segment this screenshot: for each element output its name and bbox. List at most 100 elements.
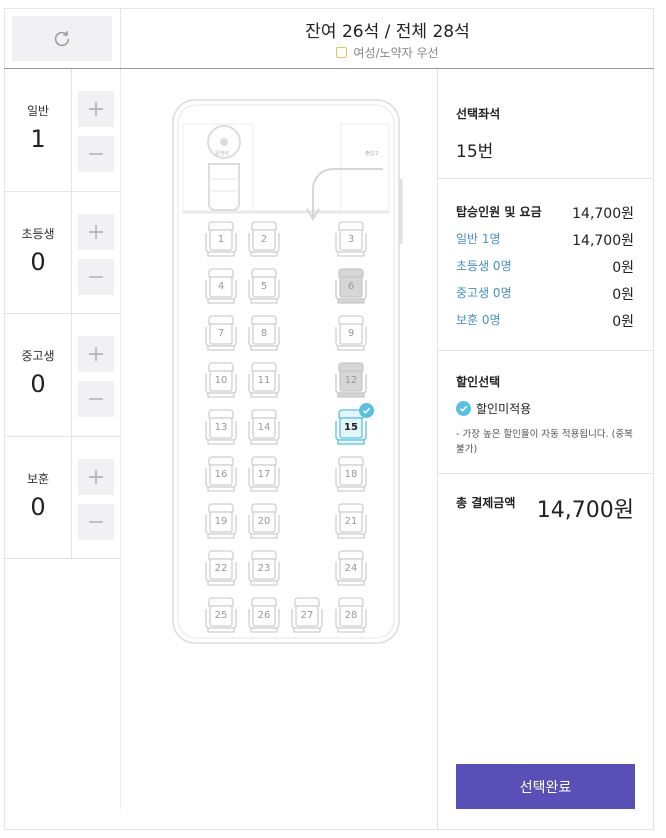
seat-number: 9 bbox=[347, 328, 355, 339]
passenger-type-label: 보훈 bbox=[26, 471, 50, 486]
seat-number: 25 bbox=[214, 610, 228, 621]
fare-value: 0원 bbox=[612, 260, 634, 276]
seat-number: 20 bbox=[257, 516, 271, 527]
minus-icon bbox=[89, 398, 103, 400]
fare-title: 탑승인원 및 요금 bbox=[456, 205, 542, 219]
bus-seat-map: 운전석 출입구 1 2 3 4 5 6 7 8 9 10 11 12 13 14… bbox=[121, 69, 437, 809]
plus-icon bbox=[89, 347, 103, 361]
seat-number: 19 bbox=[214, 516, 228, 527]
seat-4[interactable]: 4 bbox=[203, 266, 239, 306]
seat-number: 24 bbox=[344, 563, 358, 574]
plus-icon bbox=[89, 469, 103, 484]
selected-seat-title: 선택좌석 bbox=[456, 107, 501, 121]
fare-row: 초등생 0명 0원 bbox=[456, 257, 634, 277]
total-section: 총 결제금액 14,700원 bbox=[438, 474, 654, 594]
seat-number: 28 bbox=[344, 610, 358, 621]
seat-3[interactable]: 3 bbox=[333, 219, 369, 259]
passenger-row-student: 중고생 0 bbox=[4, 314, 120, 437]
seat-22[interactable]: 22 bbox=[203, 548, 239, 588]
seat-17[interactable]: 17 bbox=[246, 454, 282, 494]
seat-9[interactable]: 9 bbox=[333, 313, 369, 353]
seat-number: 26 bbox=[257, 610, 271, 621]
passenger-count: 0 bbox=[30, 247, 46, 276]
seat-5[interactable]: 5 bbox=[246, 266, 282, 306]
seat-23[interactable]: 23 bbox=[246, 548, 282, 588]
seat-14[interactable]: 14 bbox=[246, 407, 282, 447]
fare-label: 보훈 0명 bbox=[456, 313, 501, 327]
seat-1[interactable]: 1 bbox=[203, 219, 239, 259]
decrease-student-button[interactable] bbox=[78, 381, 114, 417]
seat-19[interactable]: 19 bbox=[203, 501, 239, 541]
seat-10[interactable]: 10 bbox=[203, 360, 239, 400]
seat-number: 23 bbox=[257, 563, 271, 574]
seat-availability-title: 잔여 26석 / 전체 28석 bbox=[305, 22, 470, 42]
seat-21[interactable]: 21 bbox=[333, 501, 369, 541]
increase-general-button[interactable] bbox=[78, 91, 114, 127]
seat-13[interactable]: 13 bbox=[203, 407, 239, 447]
fare-value: 14,700원 bbox=[572, 233, 634, 249]
seat-26[interactable]: 26 bbox=[246, 595, 282, 635]
fare-total-row: 탑승인원 및 요금 14,700원 bbox=[456, 203, 634, 223]
fare-section: 탑승인원 및 요금 14,700원 일반 1명 14,700원 초등생 0명 0… bbox=[438, 179, 654, 351]
seat-number: 14 bbox=[257, 422, 271, 433]
discount-option[interactable]: 할인미적용 bbox=[456, 400, 531, 417]
fare-label: 중고생 0명 bbox=[456, 286, 512, 300]
discount-option-label: 할인미적용 bbox=[476, 402, 532, 416]
check-icon bbox=[456, 401, 471, 416]
decrease-veteran-button[interactable] bbox=[78, 503, 114, 540]
refresh-button[interactable] bbox=[12, 16, 112, 61]
seat-24[interactable]: 24 bbox=[333, 548, 369, 588]
seat-2[interactable]: 2 bbox=[246, 219, 282, 259]
seat-8[interactable]: 8 bbox=[246, 313, 282, 353]
minus-icon bbox=[89, 520, 103, 523]
discount-section: 할인선택 할인미적용 - 가장 높은 할인율이 자동 적용됩니다. (중복불가) bbox=[438, 351, 654, 474]
seat-number: 2 bbox=[260, 234, 268, 245]
seat-28[interactable]: 28 bbox=[333, 595, 369, 635]
seat-number: 8 bbox=[260, 328, 268, 339]
seat-number: 21 bbox=[344, 516, 358, 527]
seat-15[interactable]: 15 bbox=[333, 403, 374, 447]
seat-20[interactable]: 20 bbox=[246, 501, 282, 541]
selected-seat-value: 15번 bbox=[456, 142, 494, 162]
seat-number: 16 bbox=[214, 469, 228, 480]
increase-elementary-button[interactable] bbox=[78, 213, 114, 250]
passenger-type-label: 중고생 bbox=[21, 349, 55, 363]
seat-27[interactable]: 27 bbox=[289, 595, 325, 635]
fare-total: 14,700원 bbox=[572, 206, 634, 222]
seat-number: 15 bbox=[344, 422, 358, 433]
priority-legend: 여성/노약자 우선 bbox=[121, 44, 654, 61]
passenger-count: 0 bbox=[30, 370, 46, 398]
fare-label: 일반 1명 bbox=[456, 232, 501, 246]
confirm-selection-button[interactable]: 선택완료 bbox=[456, 764, 635, 809]
seat-18[interactable]: 18 bbox=[333, 454, 369, 494]
refresh-icon bbox=[54, 30, 70, 46]
total-title: 총 결제금액 bbox=[456, 496, 516, 510]
seat-11[interactable]: 11 bbox=[246, 360, 282, 400]
seat-7[interactable]: 7 bbox=[203, 313, 239, 353]
fare-label: 초등생 0명 bbox=[456, 259, 512, 273]
seat-number: 13 bbox=[214, 422, 228, 433]
seat-25[interactable]: 25 bbox=[203, 595, 239, 635]
increase-veteran-button[interactable] bbox=[78, 458, 114, 495]
seat-6: 6 bbox=[333, 266, 369, 306]
increase-student-button[interactable] bbox=[78, 336, 114, 372]
passenger-count: 0 bbox=[30, 492, 46, 521]
plus-icon bbox=[89, 224, 103, 239]
fare-value: 0원 bbox=[612, 287, 634, 303]
minus-icon bbox=[89, 153, 103, 155]
passenger-count: 1 bbox=[30, 125, 46, 153]
fare-row: 보훈 0명 0원 bbox=[456, 311, 634, 331]
discount-title: 할인선택 bbox=[456, 375, 501, 389]
plus-icon bbox=[89, 102, 103, 116]
fare-row: 일반 1명 14,700원 bbox=[456, 230, 634, 250]
seat-number: 22 bbox=[214, 563, 228, 574]
decrease-elementary-button[interactable] bbox=[78, 258, 114, 295]
seat-12: 12 bbox=[333, 360, 369, 400]
decrease-general-button[interactable] bbox=[78, 136, 114, 172]
priority-legend-label: 여성/노약자 우선 bbox=[353, 46, 439, 60]
total-value: 14,700원 bbox=[536, 498, 634, 523]
seat-number: 12 bbox=[344, 375, 358, 386]
seat-number: 5 bbox=[260, 281, 268, 292]
seat-16[interactable]: 16 bbox=[203, 454, 239, 494]
reservation-summary: 선택좌석 15번 탑승인원 및 요금 14,700원 일반 1명 14,700원… bbox=[438, 69, 654, 594]
